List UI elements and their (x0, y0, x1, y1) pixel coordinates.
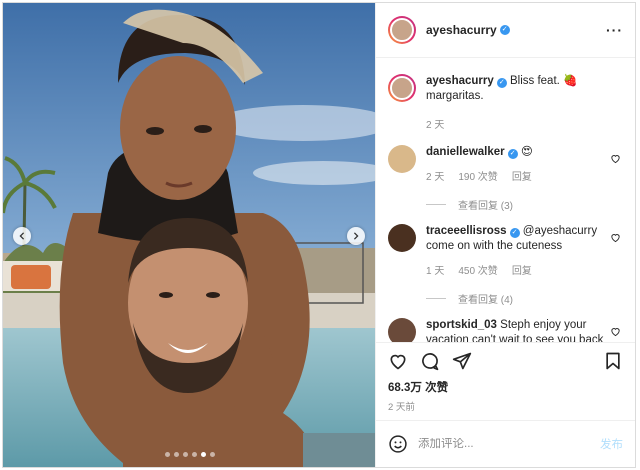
reply-button[interactable]: 回复 (512, 264, 532, 279)
comment-text: 😍 (520, 146, 533, 158)
instagram-post: ayeshacurry ✓ ··· ayeshacurry ✓ Bliss fea… (2, 2, 636, 468)
carousel-dot (173, 452, 179, 457)
comments-list: ayeshacurry ✓ Bliss feat. 🍓 margaritas. 2… (376, 58, 635, 342)
comment: traceeellisross ✓ @ayeshacurry come on wi… (388, 224, 623, 279)
comment-bubble-icon[interactable] (420, 351, 440, 371)
more-options-icon[interactable]: ··· (606, 22, 623, 38)
bookmark-icon[interactable] (603, 351, 623, 371)
share-send-icon[interactable] (452, 351, 472, 371)
caption-avatar[interactable] (388, 74, 416, 102)
author-avatar[interactable] (388, 16, 416, 44)
comment-likes[interactable]: 450 次赞 (458, 264, 497, 279)
verified-badge-icon: ✓ (507, 149, 518, 159)
carousel-dot (209, 452, 215, 457)
chevron-left-icon (19, 232, 25, 240)
heart-icon[interactable] (610, 326, 621, 337)
add-comment-bar: 发布 (376, 420, 635, 467)
caption: ayeshacurry ✓ Bliss feat. 🍓 margaritas. 2… (388, 74, 623, 133)
carousel-dot (191, 452, 197, 457)
carousel-dots (3, 452, 375, 457)
replies-divider (426, 204, 446, 205)
comment-input[interactable] (418, 438, 600, 450)
verified-badge-icon: ✓ (496, 78, 507, 88)
commenter-avatar[interactable] (388, 145, 416, 173)
carousel-dot (182, 452, 188, 457)
post-side-panel: ayeshacurry ✓ ··· ayeshacurry ✓ Bliss fea… (375, 3, 635, 467)
chevron-right-icon (353, 232, 359, 240)
comment-username[interactable]: traceeellisross (426, 225, 507, 237)
replies-divider (426, 298, 446, 299)
comment-username[interactable]: sportskid_03 (426, 319, 497, 331)
reply-button[interactable]: 回复 (512, 170, 532, 185)
commenter-avatar[interactable] (388, 224, 416, 252)
post-photo[interactable] (3, 3, 375, 467)
carousel-next-button[interactable] (347, 227, 365, 245)
carousel-prev-button[interactable] (13, 227, 31, 245)
post-comment-button[interactable]: 发布 (600, 436, 623, 452)
view-replies-button[interactable]: 查看回复 (4) (426, 291, 623, 306)
post-actions: 68.3万 次赞 2 天前 (376, 342, 635, 420)
author-username[interactable]: ayeshacurry (426, 23, 497, 37)
carousel-dot-active (200, 452, 206, 457)
caption-username[interactable]: ayeshacurry (426, 75, 494, 87)
comment: daniellewalker ✓ 😍 2 天 190 次赞 回复 (388, 145, 623, 185)
likes-count[interactable]: 68.3万 次赞 (388, 379, 623, 395)
carousel-dot (164, 452, 170, 457)
comment-time: 1 天 (426, 266, 445, 277)
verified-badge-icon: ✓ (509, 228, 520, 238)
like-heart-icon[interactable] (388, 351, 408, 371)
comment-username[interactable]: daniellewalker (426, 146, 505, 158)
emoji-icon[interactable] (388, 434, 408, 454)
view-replies-label: 查看回复 (4) (458, 295, 513, 306)
view-replies-button[interactable]: 查看回复 (3) (426, 197, 623, 212)
photo-scene (3, 3, 375, 467)
verified-badge-icon: ✓ (499, 25, 510, 35)
heart-icon[interactable] (610, 232, 621, 243)
post-header: ayeshacurry ✓ ··· (376, 3, 635, 58)
view-replies-label: 查看回复 (3) (458, 201, 513, 212)
posted-time[interactable]: 2 天前 (388, 399, 623, 413)
comment: sportskid_03 Steph enjoy your vacation c… (388, 318, 623, 342)
commenter-avatar[interactable] (388, 318, 416, 342)
comment-time: 2 天 (426, 172, 445, 183)
heart-icon[interactable] (610, 153, 621, 164)
comment-likes[interactable]: 190 次赞 (458, 170, 497, 185)
caption-time: 2 天 (426, 120, 445, 131)
